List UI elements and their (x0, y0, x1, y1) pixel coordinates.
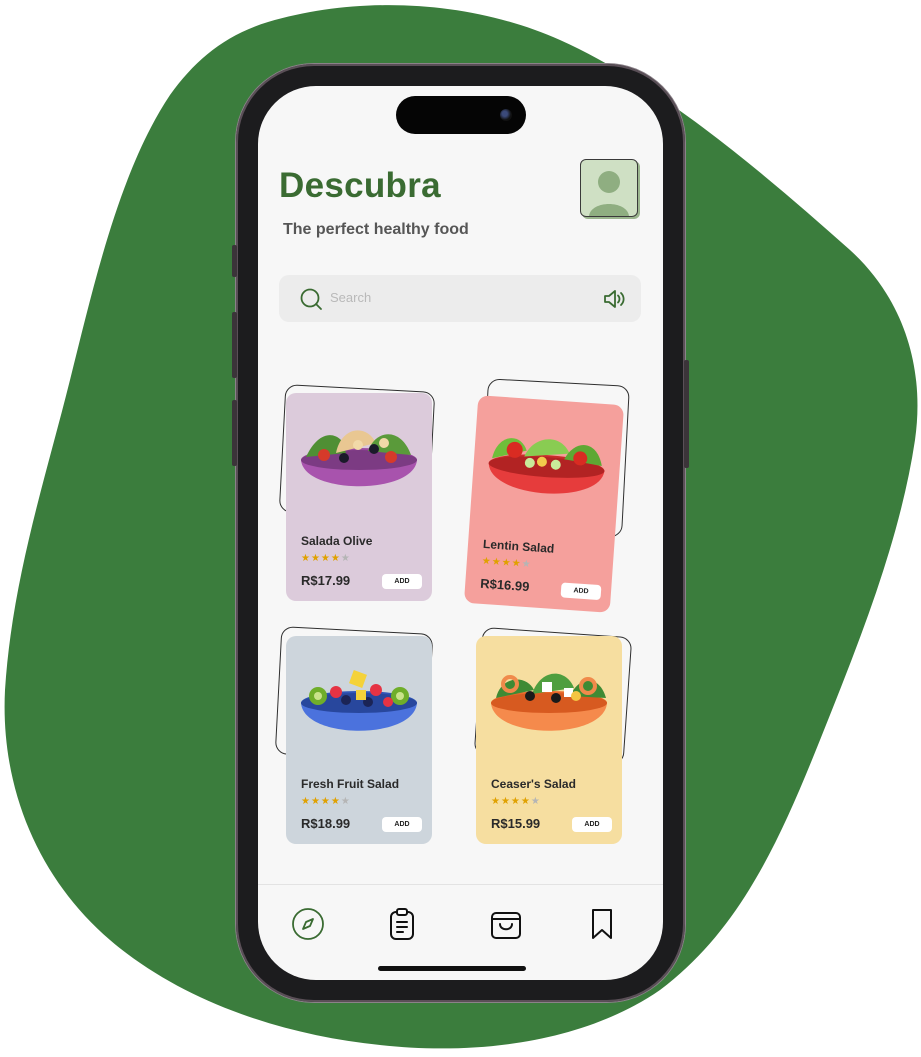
product-card[interactable]: Salada Olive ★★★★★ R$17.99 ADD (286, 393, 432, 601)
product-price: R$18.99 (301, 816, 351, 831)
avatar[interactable] (580, 159, 638, 217)
shopping-bag-icon[interactable] (489, 907, 523, 941)
product-card-wrapper: Fresh Fruit Salad ★★★★★ R$18.99 ADD (274, 626, 446, 856)
product-price: R$17.99 (301, 573, 351, 588)
product-card-wrapper: Salada Olive ★★★★★ R$17.99 ADD (276, 384, 446, 614)
add-button[interactable]: ADD (560, 582, 602, 601)
search-input[interactable]: Search (330, 290, 371, 305)
home-indicator[interactable] (378, 966, 526, 971)
salad-bowl-image (301, 430, 417, 487)
search-bar[interactable]: Search (279, 275, 641, 322)
add-button[interactable]: ADD (382, 574, 422, 589)
salad-bowl-image (488, 438, 605, 494)
product-name: Ceaser's Salad (491, 777, 576, 791)
product-name: Lentin Salad (482, 536, 555, 556)
product-price: R$15.99 (491, 816, 541, 831)
product-name: Fresh Fruit Salad (301, 777, 400, 791)
product-price: R$16.99 (479, 575, 530, 595)
speaker-icon[interactable] (603, 288, 627, 310)
product-name: Salada Olive (301, 534, 373, 548)
rating-stars: ★★★★★ (481, 555, 532, 571)
bookmark-icon[interactable] (585, 907, 619, 941)
search-icon (300, 288, 322, 310)
user-avatar-icon (589, 171, 629, 216)
add-button[interactable]: ADD (382, 817, 422, 832)
app-screen: Descubra The perfect healthy food Search (258, 86, 663, 980)
rating-stars: ★★★★★ (491, 796, 541, 807)
product-card-wrapper: Lentin Salad ★★★★★ R$16.99 ADD (462, 378, 637, 618)
add-button[interactable]: ADD (572, 817, 612, 832)
camera-icon (500, 109, 512, 121)
page-subtitle: The perfect healthy food (283, 221, 469, 238)
clipboard-icon[interactable] (385, 907, 419, 941)
salad-bowl-image (301, 670, 417, 731)
phone-side-button (232, 400, 237, 466)
product-card[interactable]: Ceaser's Salad ★★★★★ R$15.99 ADD (476, 636, 622, 844)
dynamic-island (396, 96, 526, 134)
product-card-wrapper: Ceaser's Salad ★★★★★ R$15.99 ADD (466, 626, 636, 856)
phone-power-button (684, 360, 689, 468)
product-card[interactable]: Lentin Salad ★★★★★ R$16.99 ADD (463, 395, 625, 613)
product-card[interactable]: Fresh Fruit Salad ★★★★★ R$18.99 ADD (286, 636, 432, 844)
page-title: Descubra (279, 166, 441, 205)
compass-icon[interactable] (291, 907, 325, 941)
salad-bowl-image (491, 673, 607, 731)
rating-stars: ★★★★★ (301, 796, 351, 807)
rating-stars: ★★★★★ (301, 553, 351, 564)
phone-side-button (232, 312, 237, 378)
phone-side-button (232, 245, 237, 277)
